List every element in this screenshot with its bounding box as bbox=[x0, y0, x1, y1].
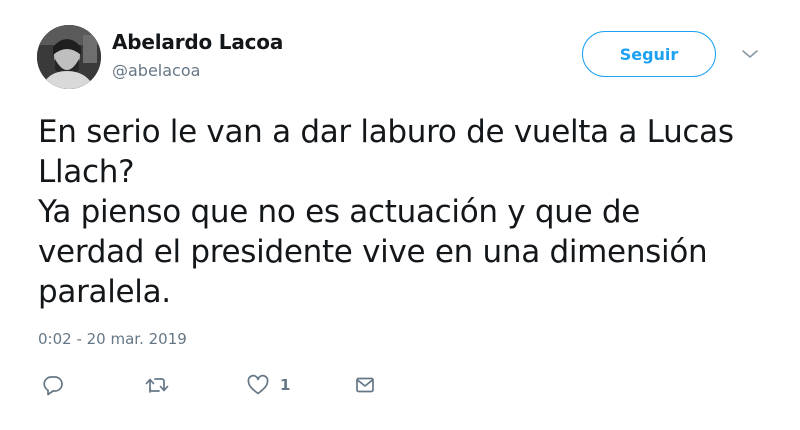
tweet-text-line: verdad el presidente vive en una dimensi… bbox=[38, 234, 708, 270]
retweet-icon bbox=[144, 374, 170, 396]
reply-icon bbox=[42, 374, 64, 396]
chevron-down-icon[interactable] bbox=[740, 46, 760, 62]
tweet-text-line: Llach? bbox=[38, 154, 135, 190]
tweet-text: En serio le van a dar laburo de vuelta a… bbox=[38, 112, 778, 312]
direct-message-button[interactable] bbox=[354, 372, 376, 398]
like-icon bbox=[246, 374, 270, 396]
tweet-text-line: En serio le van a dar laburo de vuelta a… bbox=[38, 114, 734, 150]
avatar[interactable] bbox=[37, 25, 101, 89]
display-name[interactable]: Abelardo Lacoa bbox=[112, 30, 283, 54]
tweet-timestamp[interactable]: 0:02 - 20 mar. 2019 bbox=[38, 330, 187, 348]
follow-button[interactable]: Seguir bbox=[582, 31, 716, 77]
direct-message-icon bbox=[354, 374, 376, 396]
tweet-card: Abelardo Lacoa @abelacoa Seguir En serio… bbox=[0, 0, 800, 430]
reply-button[interactable] bbox=[42, 372, 64, 398]
like-count: 1 bbox=[280, 376, 291, 394]
tweet-text-line: paralela. bbox=[38, 274, 171, 310]
retweet-button[interactable] bbox=[144, 372, 170, 398]
user-handle[interactable]: @abelacoa bbox=[112, 61, 200, 80]
like-button[interactable]: 1 bbox=[246, 372, 290, 398]
tweet-text-line: Ya pienso que no es actuación y que de bbox=[38, 194, 641, 230]
